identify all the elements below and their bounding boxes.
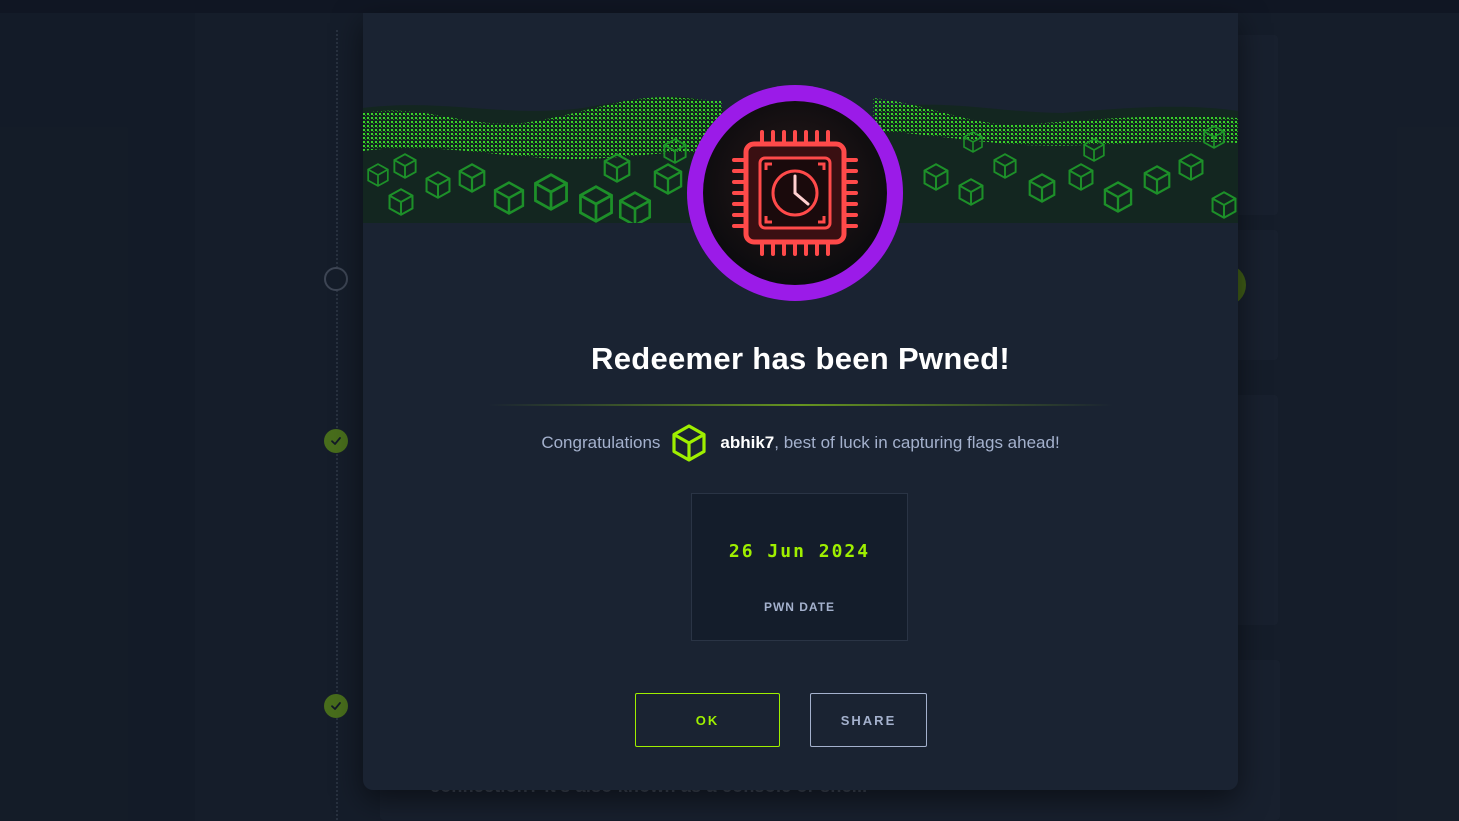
congrats-prefix: Congratulations [541,433,661,452]
cpu-chip-clock-icon [687,85,903,301]
pwn-date-label: PWN DATE [763,600,836,614]
congrats-message: Congratulations abhik7 , best of luck in… [363,423,1238,463]
congrats-suffix: , best of luck in capturing flags ahead! [774,433,1060,452]
pwn-date-value: 26 Jun 2024 [728,541,871,562]
share-button[interactable]: SHARE [810,693,927,747]
title-divider [488,404,1113,406]
pwn-date-card: 26 Jun 2024 PWN DATE [691,493,908,641]
ok-button[interactable]: OK [635,693,780,747]
username[interactable]: abhik7 [720,433,774,453]
hack-the-box-cube-icon [672,424,707,462]
modal-title: Redeemer has been Pwned! [591,341,1010,376]
machine-pwned-modal: Redeemer has been Pwned! Congratulations… [363,13,1238,790]
